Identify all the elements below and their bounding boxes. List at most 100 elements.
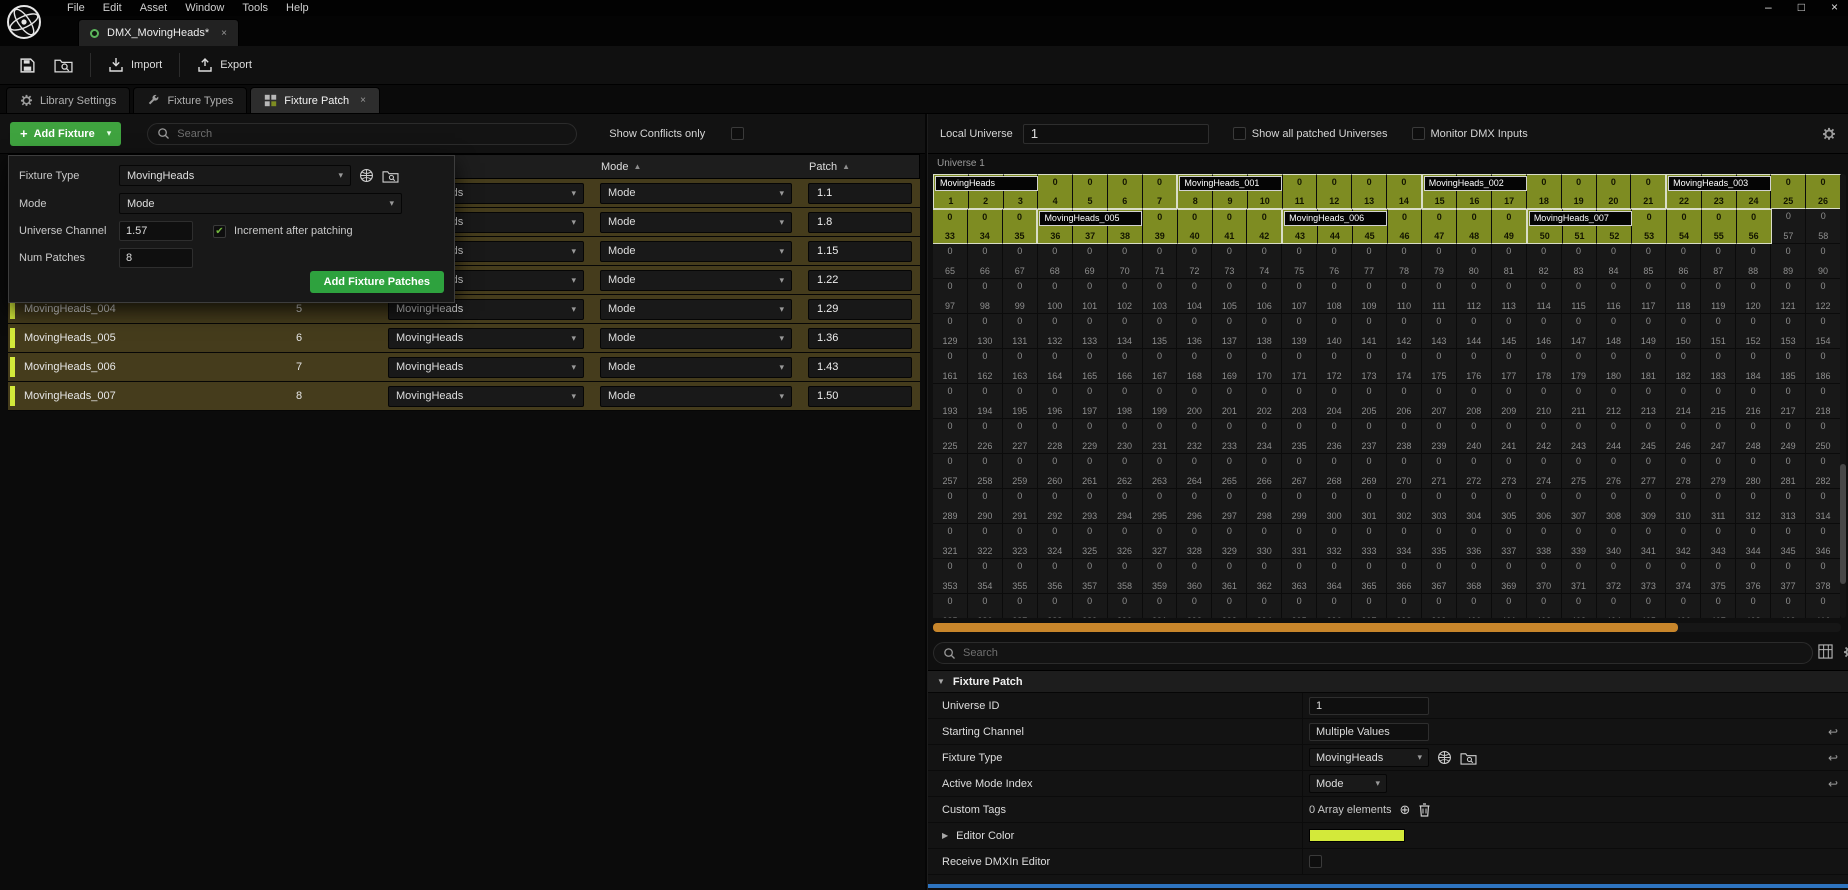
dmx-channel-cell[interactable]: 026 (1806, 174, 1841, 209)
doc-tab-close-icon[interactable]: × (221, 28, 227, 39)
dmx-channel-cell[interactable]: 0209 (1492, 384, 1527, 419)
dmx-channel-cell[interactable]: 0334 (1387, 524, 1422, 559)
dmx-channel-cell[interactable]: 021 (1631, 174, 1666, 209)
dmx-channel-cell[interactable]: 0366 (1387, 559, 1422, 594)
dmx-channel-cell[interactable]: 0294 (1108, 489, 1143, 524)
dmx-channel-cell[interactable]: 036MovingHeads_005 (1037, 209, 1073, 244)
dmx-channel-cell[interactable]: 0137 (1212, 314, 1247, 349)
fixture-patch-label[interactable]: MovingHeads_003 (1668, 176, 1771, 191)
dmx-channel-cell[interactable]: 0100 (1038, 279, 1073, 314)
export-button[interactable]: Export (188, 52, 261, 78)
dmx-channel-cell[interactable]: 0325 (1073, 524, 1108, 559)
dmx-channel-cell[interactable]: 0138 (1247, 314, 1282, 349)
dmx-channel-cell[interactable]: 0408 (1736, 594, 1771, 618)
dmx-channel-cell[interactable]: 0333 (1352, 524, 1387, 559)
details-section-header[interactable]: ▼ Fixture Patch (928, 671, 1848, 693)
dmx-channel-cell[interactable]: 0399 (1422, 594, 1457, 618)
dmx-channel-cell[interactable]: 01MovingHeads (933, 174, 969, 209)
details-bottom-scrollbar[interactable] (928, 884, 1848, 888)
dmx-channel-cell[interactable]: 0203 (1282, 384, 1317, 419)
dmx-channel-cell[interactable]: 0134 (1108, 314, 1143, 349)
dmx-channel-cell[interactable]: 0364 (1317, 559, 1352, 594)
dmx-channel-cell[interactable]: 0228 (1038, 419, 1073, 454)
dmx-channel-cell[interactable]: 070 (1108, 244, 1143, 279)
dmx-channel-cell[interactable]: 0340 (1597, 524, 1632, 559)
mode-dropdown[interactable]: Mode▾ (600, 183, 792, 204)
tab-fixture-types[interactable]: Fixture Types (133, 87, 247, 113)
dmx-channel-cell[interactable]: 0387 (1003, 594, 1038, 618)
dmx-channel-cell[interactable]: 0365 (1352, 559, 1387, 594)
dmx-channel-cell[interactable]: 0163 (1003, 349, 1038, 384)
menu-tools[interactable]: Tools (233, 1, 277, 15)
dmx-channel-cell[interactable]: 0114 (1527, 279, 1562, 314)
dmx-channel-cell[interactable]: 0149 (1631, 314, 1666, 349)
dmx-channel-cell[interactable]: 0258 (968, 454, 1003, 489)
dmx-channel-cell[interactable]: 090 (1806, 244, 1841, 279)
dmx-channel-cell[interactable]: 0244 (1597, 419, 1632, 454)
dmx-channel-cell[interactable]: 0361 (1212, 559, 1247, 594)
dmx-channel-cell[interactable]: 0213 (1631, 384, 1666, 419)
dmx-channel-cell[interactable]: 0144 (1457, 314, 1492, 349)
dmx-channel-cell[interactable]: 0212 (1597, 384, 1632, 419)
dmx-channel-cell[interactable]: 0230 (1108, 419, 1143, 454)
dmx-channel-cell[interactable]: 0274 (1527, 454, 1562, 489)
dmx-channel-cell[interactable]: 075 (1282, 244, 1317, 279)
mode-dropdown[interactable]: Mode▾ (600, 386, 792, 407)
dmx-channel-cell[interactable]: 0279 (1701, 454, 1736, 489)
hscrollbar-thumb[interactable] (933, 623, 1678, 632)
dmx-channel-cell[interactable]: 0293 (1073, 489, 1108, 524)
dmx-channel-cell[interactable]: 0239 (1422, 419, 1457, 454)
dmx-channel-cell[interactable]: 020 (1597, 174, 1632, 209)
dmx-channel-cell[interactable]: 0326 (1108, 524, 1143, 559)
dmx-channel-cell[interactable]: 0270 (1387, 454, 1422, 489)
header-patch[interactable]: Patch ▲ (801, 161, 919, 173)
dmx-channel-cell[interactable]: 0225 (933, 419, 968, 454)
maximize-button[interactable]: □ (1798, 0, 1805, 14)
dmx-channel-cell[interactable]: 08MovingHeads_001 (1177, 174, 1213, 209)
dmx-channel-cell[interactable]: 048 (1457, 209, 1492, 244)
receive-dmx-checkbox[interactable] (1309, 855, 1322, 868)
dmx-channel-cell[interactable]: 0264 (1177, 454, 1212, 489)
dmx-channel-cell[interactable]: 0281 (1771, 454, 1806, 489)
dmx-channel-cell[interactable]: 072 (1177, 244, 1212, 279)
dmx-channel-cell[interactable]: 041 (1213, 209, 1248, 244)
browse-asset-icon[interactable] (382, 169, 399, 183)
dmx-channel-cell[interactable]: 097 (933, 279, 968, 314)
universe-channel-input[interactable] (119, 221, 193, 241)
grid-vertical-scrollbar[interactable] (1840, 174, 1846, 618)
dmx-channel-cell[interactable]: 015MovingHeads_002 (1422, 174, 1458, 209)
dmx-channel-cell[interactable]: 0233 (1212, 419, 1247, 454)
dmx-channel-cell[interactable]: 0168 (1177, 349, 1212, 384)
dmx-channel-cell[interactable]: 087 (1701, 244, 1736, 279)
dmx-channel-cell[interactable]: 0324 (1038, 524, 1073, 559)
dmx-channel-cell[interactable]: 040 (1178, 209, 1213, 244)
dmx-channel-cell[interactable]: 0292 (1038, 489, 1073, 524)
dmx-channel-cell[interactable]: 0329 (1212, 524, 1247, 559)
mode-dropdown[interactable]: Mode▾ (600, 357, 792, 378)
dmx-channel-cell[interactable]: 081 (1492, 244, 1527, 279)
dmx-channel-cell[interactable]: 0311 (1701, 489, 1736, 524)
fixture-patch-label[interactable]: MovingHeads_001 (1179, 176, 1282, 191)
dmx-channel-cell[interactable]: 0236 (1317, 419, 1352, 454)
dmx-channel-cell[interactable]: 0323 (1003, 524, 1038, 559)
dmx-channel-cell[interactable]: 0309 (1631, 489, 1666, 524)
dmx-channel-cell[interactable]: 0133 (1073, 314, 1108, 349)
dmx-channel-cell[interactable]: 039 (1143, 209, 1178, 244)
dmx-channel-cell[interactable]: 0369 (1492, 559, 1527, 594)
dmx-channel-cell[interactable]: 099 (1003, 279, 1038, 314)
dmx-channel-cell[interactable]: 0407 (1701, 594, 1736, 618)
dmx-channel-cell[interactable]: 0402 (1527, 594, 1562, 618)
dmx-channel-cell[interactable]: 085 (1631, 244, 1666, 279)
dmx-channel-cell[interactable]: 049 (1492, 209, 1527, 244)
dmx-channel-cell[interactable]: 0262 (1108, 454, 1143, 489)
dmx-channel-cell[interactable]: 0336 (1457, 524, 1492, 559)
dmx-channel-cell[interactable]: 022MovingHeads_003 (1666, 174, 1702, 209)
dmx-channel-cell[interactable]: 0269 (1352, 454, 1387, 489)
dmx-channel-cell[interactable]: 0148 (1597, 314, 1632, 349)
tab-library-settings[interactable]: Library Settings (6, 87, 130, 113)
dmx-channel-cell[interactable]: 025 (1771, 174, 1806, 209)
dmx-channel-cell[interactable]: 0229 (1073, 419, 1108, 454)
dmx-channel-cell[interactable]: 0257 (933, 454, 968, 489)
dmx-channel-cell[interactable]: 0115 (1562, 279, 1597, 314)
dmx-channel-cell[interactable]: 0298 (1247, 489, 1282, 524)
